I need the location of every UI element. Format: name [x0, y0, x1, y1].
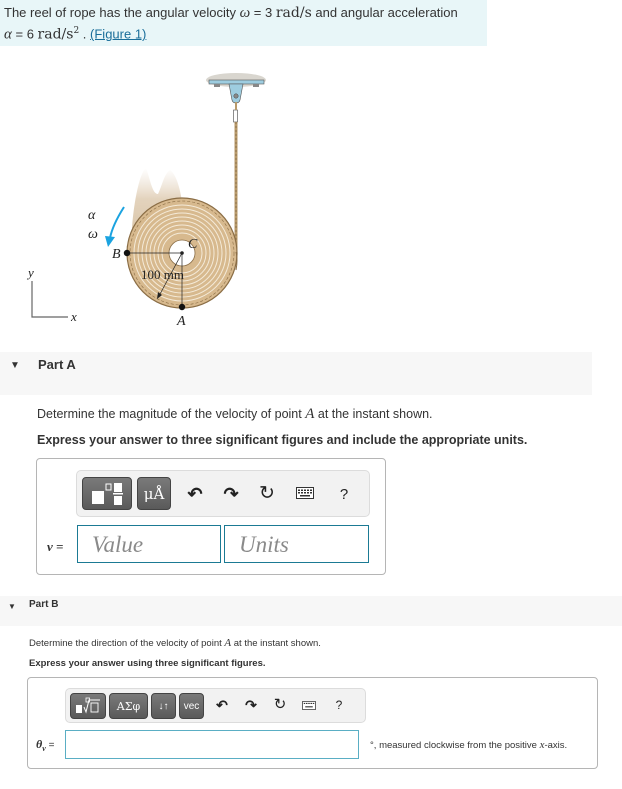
part-a-question: Determine the magnitude of the velocity … [37, 406, 433, 423]
axis-x-label: x [70, 309, 77, 324]
question-variable: A [305, 406, 315, 422]
help-icon[interactable]: ? [336, 483, 352, 505]
omega-value: = 3 [250, 5, 276, 20]
units-input[interactable]: Units [224, 525, 369, 563]
label-b: B [112, 247, 121, 262]
question-text-end: at the instant shown. [314, 407, 433, 421]
question-text: Determine the direction of the velocity … [29, 638, 225, 649]
omega-symbol: ω [239, 5, 251, 21]
alpha-symbol: α [4, 26, 12, 43]
undo-icon[interactable]: ↶ [214, 696, 230, 714]
part-b-header[interactable]: ▼ Part B [0, 596, 622, 626]
sort-button[interactable]: ↓↑ [151, 693, 176, 719]
keyboard-icon[interactable] [295, 485, 315, 501]
redo-icon[interactable]: ↷ [221, 483, 241, 505]
part-b-toolbar: ΑΣφ ↓↑ vec ↶ ↷ ↻ ? [65, 688, 366, 723]
templates-button[interactable] [82, 477, 132, 510]
theta-equals: = [45, 740, 55, 751]
label-radius: 100 mm [141, 267, 184, 282]
redo-icon[interactable]: ↷ [243, 696, 259, 714]
value-input[interactable]: Value [77, 525, 221, 563]
reset-icon[interactable]: ↻ [272, 695, 288, 713]
rotation-arrow [109, 206, 125, 239]
omega-unit: rad/s [275, 5, 312, 21]
reset-icon[interactable]: ↻ [257, 482, 277, 504]
figure-link[interactable]: (Figure 1) [90, 26, 146, 41]
axis-y-label: y [26, 265, 34, 280]
question-text: Determine the magnitude of the velocity … [37, 407, 306, 421]
fraction-template-icon [92, 482, 123, 505]
part-a-toolbar: μÅ ↶ ↷ ↻ ? [76, 470, 370, 517]
intro-separator: . [79, 26, 91, 42]
units-placeholder: Units [239, 532, 289, 557]
alpha-value: = 6 [11, 26, 38, 42]
point-a [178, 303, 186, 311]
suffix-text: °, measured clockwise from the positive [370, 740, 540, 751]
undo-icon[interactable]: ↶ [185, 483, 205, 505]
collapse-caret-icon[interactable]: ▼ [10, 360, 20, 371]
velocity-variable: v = [47, 539, 64, 554]
part-b-instruction: Express your answer using three signific… [29, 658, 266, 669]
value-placeholder: Value [92, 532, 144, 557]
suffix-text-end: -axis. [544, 740, 568, 751]
keyboard-icon[interactable] [301, 699, 317, 711]
vector-button[interactable]: vec [179, 693, 204, 719]
label-a: A [176, 314, 186, 329]
direction-suffix: °, measured clockwise from the positive … [370, 739, 567, 751]
intro-text-1: The reel of rope has the angular velocit… [4, 5, 236, 20]
intro-text-2: and angular acceleration [311, 5, 458, 20]
coordinate-axes [31, 281, 68, 318]
part-a-answer-box: μÅ ↶ ↷ ↻ ? v = Value Units [36, 458, 386, 575]
point-c [180, 251, 184, 255]
root-template-icon [76, 697, 100, 714]
theta-label: θv = [36, 737, 54, 753]
part-a-title: Part A [38, 357, 76, 372]
part-a-header[interactable]: ▼ Part A [0, 352, 592, 395]
alpha-unit: rad/s [37, 26, 74, 43]
templates-button[interactable] [70, 693, 106, 719]
greek-symbols-button[interactable]: ΑΣφ [109, 693, 148, 719]
label-c: C [188, 237, 198, 252]
question-text-end: at the instant shown. [231, 638, 321, 649]
problem-statement: The reel of rope has the angular velocit… [0, 0, 487, 46]
label-omega: ω [88, 227, 98, 242]
velocity-label: v = [47, 539, 63, 555]
ceiling-support [206, 73, 266, 123]
part-b-answer-box: ΑΣφ ↓↑ vec ↶ ↷ ↻ ? θv = °, measured cloc… [27, 677, 598, 769]
help-icon[interactable]: ? [332, 696, 346, 714]
direction-input[interactable] [65, 730, 359, 759]
part-b-question: Determine the direction of the velocity … [29, 637, 321, 649]
label-alpha: α [88, 208, 96, 223]
units-button[interactable]: μÅ [137, 477, 171, 510]
part-a-instruction: Express your answer to three significant… [37, 433, 528, 447]
collapse-caret-icon[interactable]: ▼ [8, 602, 16, 611]
part-b-title: Part B [29, 599, 59, 610]
point-b [123, 249, 131, 257]
reel-figure: α ω B C A 100 mm y x [26, 73, 266, 329]
